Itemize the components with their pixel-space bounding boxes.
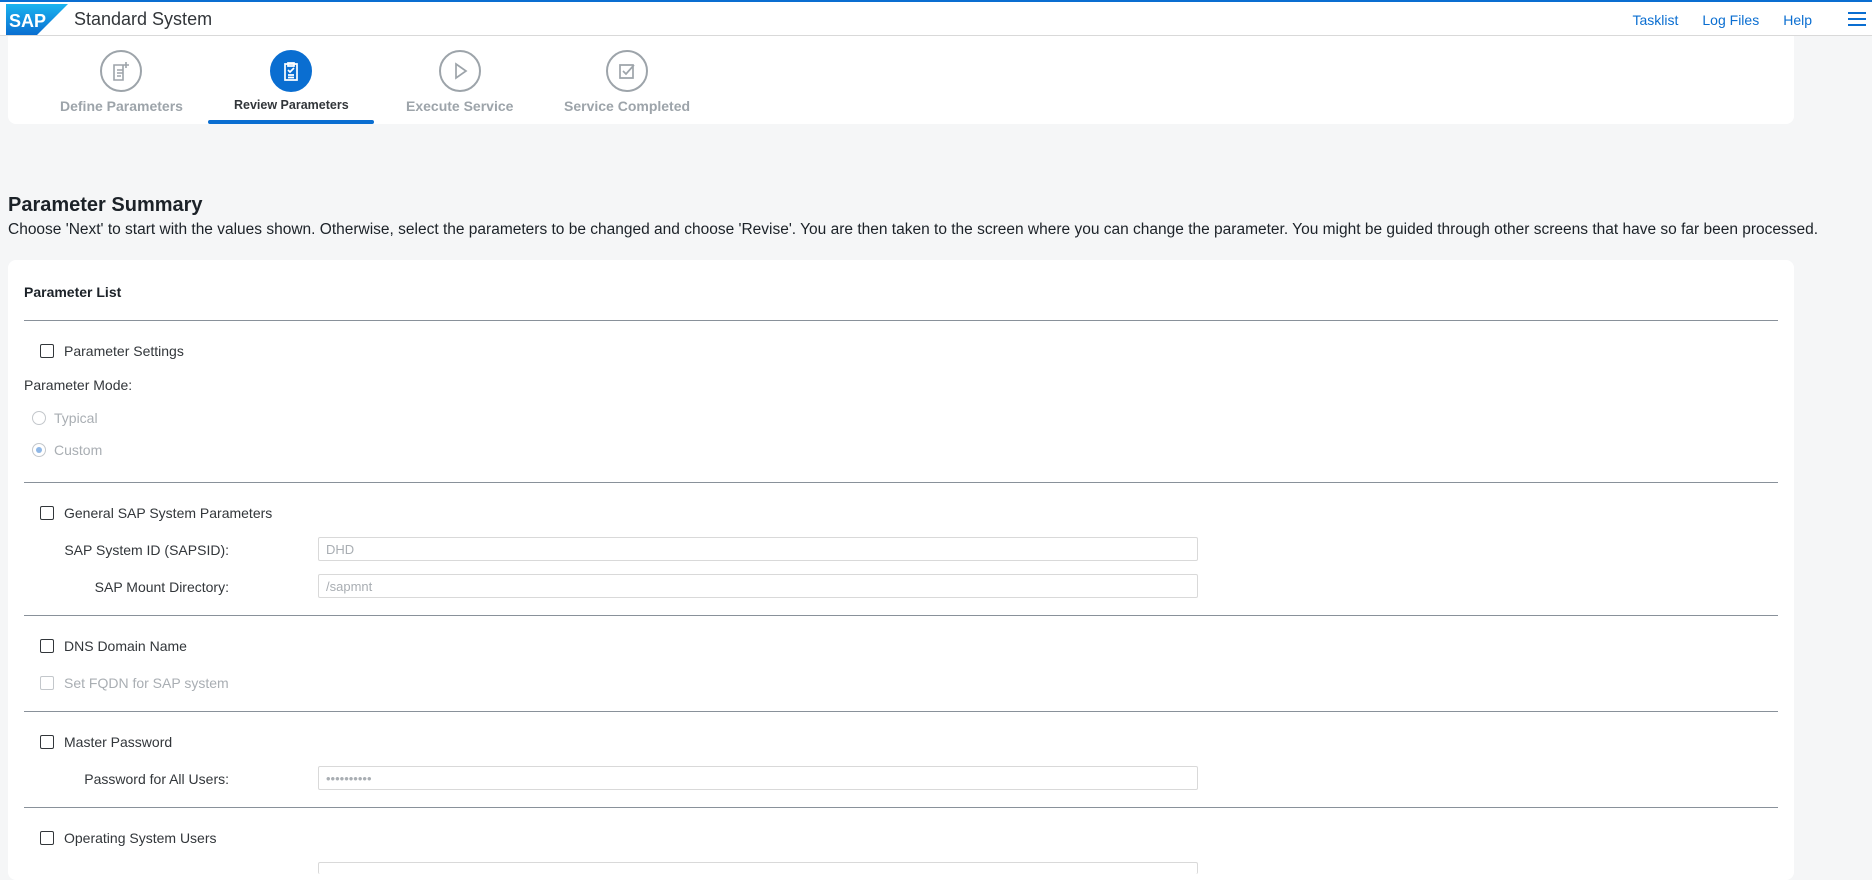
page-description: Choose 'Next' to start with the values s…: [8, 221, 1819, 238]
operating-system-users-checkbox[interactable]: Operating System Users: [40, 830, 217, 846]
section-divider: [24, 711, 1778, 712]
os-users-field-top: [318, 862, 1198, 874]
step-define-parameters[interactable]: Define Parameters: [60, 50, 183, 114]
set-fqdn-checkbox: Set FQDN for SAP system: [40, 675, 229, 691]
checkbox-label: DNS Domain Name: [64, 638, 187, 654]
checkbox-label: Master Password: [64, 734, 173, 750]
sapsid-field[interactable]: [318, 537, 1198, 561]
dns-domain-name-checkbox[interactable]: DNS Domain Name: [40, 638, 187, 654]
shell-bar: SAP Standard System Tasklist Log Files H…: [0, 0, 1872, 36]
radio-button[interactable]: [32, 443, 46, 457]
app-title: Standard System: [74, 9, 213, 29]
master-password-checkbox[interactable]: Master Password: [40, 734, 172, 750]
sap-mount-directory-field[interactable]: [318, 574, 1198, 598]
section-divider: [24, 807, 1778, 808]
section-divider: [24, 482, 1778, 483]
parameter-list-card: Parameter List Parameter Settings Parame…: [8, 260, 1794, 880]
radio-button[interactable]: [32, 411, 46, 425]
parameter-mode-label: Parameter Mode:: [24, 377, 133, 393]
step-label: Define Parameters: [60, 98, 183, 114]
parameter-list-title: Parameter List: [24, 284, 122, 300]
step-label: Execute Service: [406, 98, 514, 114]
checkbox-box[interactable]: [40, 506, 54, 520]
log-files-link[interactable]: Log Files: [1702, 12, 1759, 28]
checkbox-label: Operating System Users: [64, 830, 217, 846]
parameter-settings-checkbox[interactable]: Parameter Settings: [40, 343, 184, 359]
wizard-progress: Define Parameters Review Parameters Exec…: [8, 36, 1794, 124]
help-link[interactable]: Help: [1783, 12, 1812, 28]
password-field[interactable]: [318, 766, 1198, 790]
checkbox-box[interactable]: [40, 639, 54, 653]
step-review-parameters[interactable]: Review Parameters: [234, 50, 349, 112]
checkbox-label: Parameter Settings: [64, 343, 184, 359]
document-add-icon: [100, 50, 143, 92]
hamburger-menu-icon[interactable]: [1848, 12, 1866, 28]
section-divider: [24, 320, 1778, 321]
custom-radio[interactable]: Custom: [32, 442, 102, 458]
section-divider: [24, 615, 1778, 616]
sap-logo: SAP: [6, 4, 68, 35]
step-service-completed[interactable]: Service Completed: [564, 50, 690, 114]
radio-label: Typical: [54, 410, 98, 426]
tasklist-link[interactable]: Tasklist: [1632, 12, 1678, 28]
play-icon: [438, 50, 481, 92]
sap-logo-text: SAP: [9, 11, 46, 31]
page-title: Parameter Summary: [8, 194, 203, 216]
checkbox-label: General SAP System Parameters: [64, 505, 273, 521]
checkbox-box[interactable]: [40, 831, 54, 845]
general-sap-system-parameters-checkbox[interactable]: General SAP System Parameters: [40, 505, 272, 521]
checkbox-done-icon: [606, 50, 649, 92]
active-step-indicator: [208, 120, 374, 124]
checkbox-box: [40, 676, 54, 690]
sap-mount-directory-label: SAP Mount Directory:: [94, 579, 229, 595]
password-for-all-users-label: Password for All Users:: [84, 771, 229, 787]
checkbox-box[interactable]: [40, 735, 54, 749]
shell-links: Tasklist Log Files Help: [1632, 12, 1812, 28]
typical-radio[interactable]: Typical: [32, 410, 98, 426]
step-execute-service[interactable]: Execute Service: [406, 50, 513, 114]
checkbox-label: Set FQDN for SAP system: [64, 675, 229, 691]
clipboard-check-icon: [270, 50, 313, 92]
radio-label: Custom: [54, 442, 103, 458]
sapsid-label: SAP System ID (SAPSID):: [64, 542, 229, 558]
step-label: Review Parameters: [234, 98, 349, 112]
step-label: Service Completed: [564, 98, 691, 114]
checkbox-box[interactable]: [40, 344, 54, 358]
